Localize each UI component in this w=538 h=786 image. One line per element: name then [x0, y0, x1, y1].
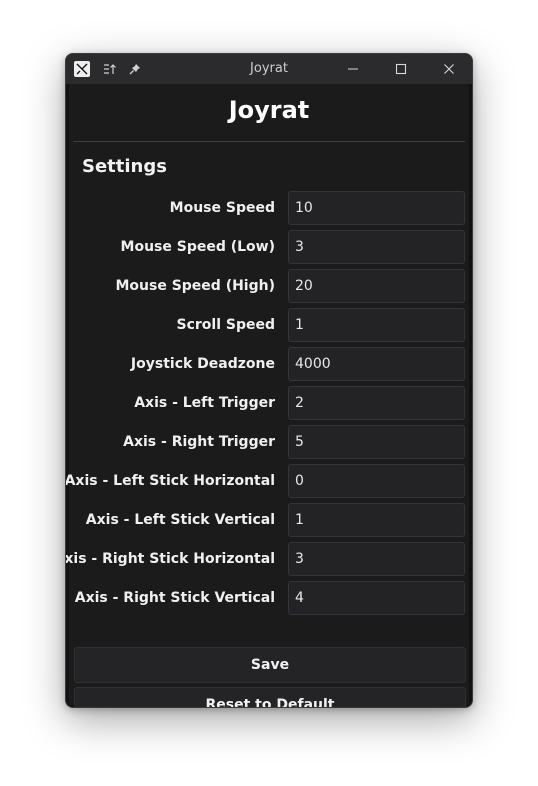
setting-row-joystick-deadzone: Joystick Deadzone — [69, 347, 469, 381]
maximize-button[interactable] — [390, 59, 412, 79]
setting-label: Axis - Right Stick Vertical — [74, 590, 275, 606]
section-title: Settings — [82, 156, 167, 177]
save-button[interactable]: Save — [74, 647, 466, 683]
setting-label: Mouse Speed (High) — [115, 278, 275, 294]
title-bar[interactable]: Joyrat — [66, 54, 472, 84]
setting-row-mouse-speed-low: Mouse Speed (Low) — [69, 230, 469, 264]
axis-left-stick-horizontal-input[interactable] — [288, 464, 465, 498]
minimize-icon — [348, 68, 358, 70]
maximize-icon — [395, 63, 407, 75]
joystick-deadzone-input[interactable] — [288, 347, 465, 381]
axis-left-trigger-input[interactable] — [288, 386, 465, 420]
setting-label: Joystick Deadzone — [130, 356, 275, 372]
mouse-speed-high-input[interactable] — [288, 269, 465, 303]
close-button[interactable] — [438, 59, 460, 79]
setting-row-axis-right-stick-horizontal: Axis - Right Stick Horizontal — [66, 542, 469, 576]
setting-row-axis-right-stick-vertical: Axis - Right Stick Vertical — [69, 581, 469, 615]
setting-row-axis-left-stick-horizontal: Axis - Left Stick Horizontal — [66, 464, 469, 498]
mouse-speed-low-input[interactable] — [288, 230, 465, 264]
setting-label: Scroll Speed — [176, 317, 276, 333]
setting-label: Axis - Right Trigger — [123, 434, 275, 450]
axis-right-trigger-input[interactable] — [288, 425, 465, 459]
axis-right-stick-vertical-input[interactable] — [288, 581, 465, 615]
app-heading: Joyrat — [228, 96, 310, 124]
app-content: Joyrat Settings Mouse Speed Mouse Speed … — [66, 84, 469, 707]
heading-divider — [73, 141, 465, 142]
setting-label: Mouse Speed — [169, 200, 275, 216]
setting-row-scroll-speed: Scroll Speed — [69, 308, 469, 342]
setting-label: Mouse Speed (Low) — [120, 239, 275, 255]
minimize-button[interactable] — [342, 59, 364, 79]
setting-row-axis-right-trigger: Axis - Right Trigger — [69, 425, 469, 459]
axis-right-stick-horizontal-input[interactable] — [288, 542, 465, 576]
scroll-speed-input[interactable] — [288, 308, 465, 342]
setting-label: Axis - Right Stick Horizontal — [65, 551, 275, 567]
app-window: Joyrat Joyrat Settings Mouse Speed Mouse… — [65, 53, 473, 708]
setting-label: Axis - Left Stick Vertical — [85, 512, 275, 528]
reset-to-default-button[interactable]: Reset to Default — [74, 687, 466, 707]
setting-label: Axis - Left Stick Horizontal — [65, 473, 275, 489]
setting-label: Axis - Left Trigger — [134, 395, 275, 411]
close-icon — [444, 64, 454, 74]
setting-row-mouse-speed: Mouse Speed — [69, 191, 469, 225]
mouse-speed-input[interactable] — [288, 191, 465, 225]
setting-row-axis-left-stick-vertical: Axis - Left Stick Vertical — [69, 503, 469, 537]
axis-left-stick-vertical-input[interactable] — [288, 503, 465, 537]
setting-row-mouse-speed-high: Mouse Speed (High) — [69, 269, 469, 303]
setting-row-axis-left-trigger: Axis - Left Trigger — [69, 386, 469, 420]
